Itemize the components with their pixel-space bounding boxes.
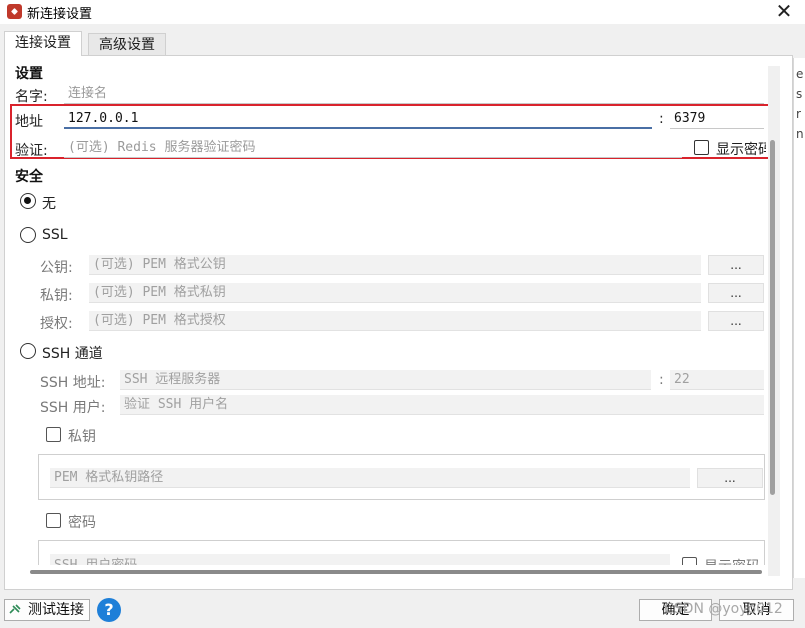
ssl-public-key-browse-button[interactable]: ...	[708, 255, 764, 275]
security-ssl-label: SSL	[42, 227, 68, 243]
ssl-private-key-label: 私钥:	[40, 288, 73, 304]
vertical-scrollbar-thumb[interactable]	[770, 140, 775, 495]
ssh-show-password-checkbox[interactable]	[682, 557, 697, 565]
connection-name-input[interactable]	[64, 84, 764, 104]
security-ssl-radio[interactable]	[20, 227, 36, 243]
plug-icon	[9, 604, 21, 614]
settings-section-title: 设置	[15, 66, 43, 82]
ssl-authority-label: 授权:	[40, 316, 73, 332]
background-text: n	[796, 127, 804, 141]
ssl-public-key-input[interactable]	[89, 255, 701, 275]
background-text: r	[796, 107, 801, 121]
ssh-show-password-label: 显示密码	[704, 556, 760, 565]
ssh-user-label: SSH 用户:	[40, 400, 106, 416]
tab-advanced-settings[interactable]: 高级设置	[88, 33, 166, 55]
security-ssh-radio[interactable]	[20, 343, 36, 359]
address-label: 地址	[15, 114, 43, 130]
help-icon[interactable]: ?	[97, 598, 121, 622]
background-text: s	[796, 87, 803, 101]
ssh-password-group: SSH 用户密码 显示密码	[38, 540, 765, 565]
background-window-strip: e s r n	[793, 58, 805, 578]
security-none-label: 无	[42, 196, 56, 212]
ssh-password-input[interactable]: SSH 用户密码	[50, 554, 670, 565]
ssh-user-input[interactable]	[120, 395, 764, 415]
ssh-password-checkbox-label: 密码	[68, 515, 96, 531]
ssh-private-key-checkbox[interactable]	[46, 427, 61, 442]
watermark: CSDN @yoyo012	[664, 601, 783, 617]
ssh-private-key-checkbox-label: 私钥	[68, 429, 96, 445]
show-password-checkbox[interactable]	[694, 140, 709, 155]
close-icon[interactable]: ✕	[772, 0, 796, 24]
ssl-private-key-browse-button[interactable]: ...	[708, 283, 764, 303]
ssl-public-key-label: 公钥:	[40, 260, 73, 276]
security-ssh-label: SSH 通道	[42, 346, 103, 362]
ssl-authority-input[interactable]	[89, 311, 701, 331]
tab-connection-settings[interactable]: 连接设置	[4, 31, 82, 56]
port-input[interactable]	[670, 109, 764, 129]
title-bar	[0, 0, 805, 24]
ssl-authority-browse-button[interactable]: ...	[708, 311, 764, 331]
ssh-address-input[interactable]	[120, 370, 651, 390]
test-connection-label: 测试连接	[28, 602, 84, 618]
ssh-private-key-path-input[interactable]	[50, 468, 690, 488]
auth-label: 验证:	[15, 143, 48, 159]
horizontal-scrollbar[interactable]	[30, 570, 762, 574]
ssh-password-checkbox[interactable]	[46, 513, 61, 528]
background-text: e	[796, 67, 804, 81]
app-logo-icon	[7, 4, 22, 19]
security-section-title: 安全	[15, 169, 43, 185]
show-password-label: 显示密码	[716, 142, 766, 158]
ssl-private-key-input[interactable]	[89, 283, 701, 303]
auth-password-input[interactable]	[64, 138, 682, 158]
window-title: 新连接设置	[27, 7, 93, 22]
port-separator: :	[659, 111, 664, 127]
security-none-radio[interactable]	[20, 193, 36, 209]
ssh-address-label: SSH 地址:	[40, 375, 106, 391]
ssh-private-key-browse-button[interactable]: ...	[697, 468, 763, 488]
name-label: 名字:	[15, 89, 48, 105]
ssh-port-input[interactable]	[670, 370, 764, 390]
address-input[interactable]	[64, 109, 652, 129]
ssh-port-separator: :	[659, 372, 664, 388]
